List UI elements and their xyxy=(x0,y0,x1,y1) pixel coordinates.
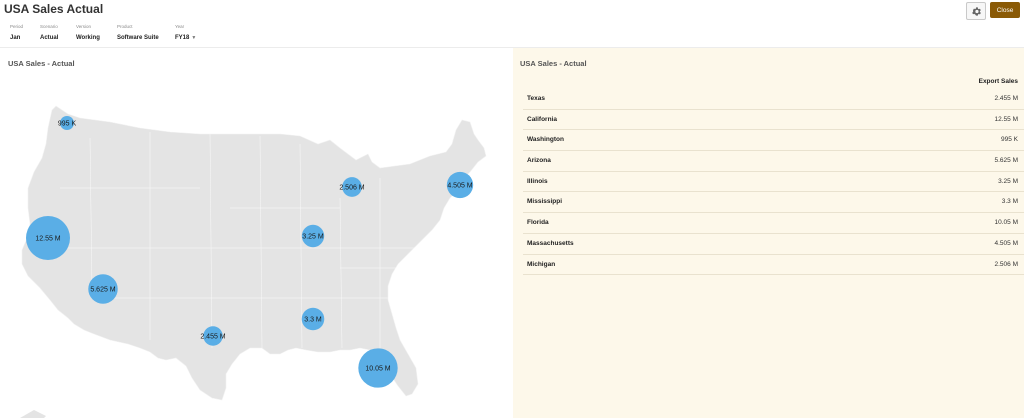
pov-version-label: Version xyxy=(76,24,92,29)
row-state-name: Arizona xyxy=(527,157,551,165)
table-row[interactable]: Illinois 3.25 M xyxy=(523,172,1024,193)
pov-version-value: Working xyxy=(76,35,100,41)
table-row[interactable]: Florida 10.05 M xyxy=(523,213,1024,234)
page-title: USA Sales Actual xyxy=(4,2,104,16)
settings-button[interactable] xyxy=(966,2,986,20)
table-row[interactable]: Mississippi 3.3 M xyxy=(523,192,1024,214)
row-export-sales-value: 5.625 M xyxy=(994,157,1019,165)
pov-year-dropdown[interactable]: FY18 ▼ xyxy=(175,35,196,41)
table-row[interactable]: Michigan 2.506 M xyxy=(523,255,1024,276)
row-export-sales-value: 4.505 M xyxy=(994,239,1019,247)
table-row[interactable]: Texas 2.455 M xyxy=(523,89,1024,110)
row-export-sales-value: 2.506 M xyxy=(994,260,1019,268)
chevron-down-icon[interactable]: ▼ xyxy=(191,35,196,41)
map-bubble-label: 995 K xyxy=(58,120,77,127)
row-export-sales-value: 12.55 M xyxy=(994,115,1019,123)
row-export-sales-value: 2.455 M xyxy=(994,95,1019,102)
table-panel: USA Sales - Actual Export Sales Texas 2.4… xyxy=(513,48,1024,418)
usa-map-shape xyxy=(20,105,487,418)
table-row[interactable]: Washington 995 K xyxy=(523,130,1024,152)
column-header-export-sales: Export Sales xyxy=(978,78,1018,85)
row-export-sales-value: 3.25 M xyxy=(998,177,1018,185)
map-panel: USA Sales - Actual 995 K 12.55 M 5.625 M 2.… xyxy=(0,48,512,418)
row-state-name: Illinois xyxy=(527,177,548,185)
pov-product-value: Software Suite xyxy=(117,35,159,41)
map-bubble-label: 2.506 M xyxy=(339,184,364,191)
row-state-name: Washington xyxy=(527,136,564,144)
export-sales-table: Export Sales Texas 2.455 M California 12.55… xyxy=(523,70,1024,276)
pov-product-label: Product xyxy=(117,24,133,29)
pov-product[interactable]: Product Software Suite xyxy=(117,24,159,41)
row-state-name: Florida xyxy=(527,219,549,227)
row-export-sales-value: 10.05 M xyxy=(994,219,1019,227)
top-bar: USA Sales Actual Close xyxy=(0,0,1024,22)
pov-period-label: Period xyxy=(10,24,24,29)
map-bubble-label: 5.625 M xyxy=(90,286,115,293)
row-state-name: Texas xyxy=(527,95,545,102)
row-state-name: Mississippi xyxy=(527,198,563,206)
row-state-name: California xyxy=(527,115,557,123)
pov-year-value: FY18 xyxy=(175,35,190,41)
table-body: Texas 2.455 M California 12.55 M Washington 9… xyxy=(523,89,1024,276)
row-export-sales-value: 995 K xyxy=(1001,136,1018,144)
close-button[interactable]: Close xyxy=(990,2,1020,18)
map-bubble-label: 4.505 M xyxy=(447,182,472,189)
gear-icon xyxy=(971,6,981,16)
map-bubble-label: 3.3 M xyxy=(304,316,322,323)
pov-period-value: Jan xyxy=(10,35,21,41)
pov-scenario-value: Actual xyxy=(40,35,59,41)
pov-bar: Period Jan Scenario Actual Version Worki… xyxy=(0,24,1024,48)
table-row[interactable]: Arizona 5.625 M xyxy=(523,151,1024,172)
pov-year[interactable]: Year FY18 ▼ xyxy=(175,24,196,41)
usa-map[interactable]: 995 K 12.55 M 5.625 M 2.455 M 3.25 M 3.3 M 2.5… xyxy=(0,48,512,418)
table-panel-title: USA Sales - Actual xyxy=(520,59,587,68)
map-bubble-label: 3.25 M xyxy=(302,233,324,240)
table-header: Export Sales xyxy=(523,70,1024,89)
table-row[interactable]: California 12.55 M xyxy=(523,110,1024,131)
table-row[interactable]: Massachusetts 4.505 M xyxy=(523,234,1024,255)
row-export-sales-value: 3.3 M xyxy=(1001,198,1018,206)
pov-scenario-label: Scenario xyxy=(40,24,58,29)
pov-year-label: Year xyxy=(175,24,185,29)
map-bubble-label: 10.05 M xyxy=(365,365,390,372)
row-state-name: Michigan xyxy=(527,260,556,268)
map-bubble-label: 12.55 M xyxy=(35,235,60,242)
row-state-name: Massachusetts xyxy=(527,239,574,247)
pov-period[interactable]: Period Jan xyxy=(10,24,23,41)
pov-scenario[interactable]: Scenario Actual xyxy=(40,24,58,41)
pov-version[interactable]: Version Working xyxy=(76,24,100,41)
map-bubble-label: 2.455 M xyxy=(200,333,225,340)
